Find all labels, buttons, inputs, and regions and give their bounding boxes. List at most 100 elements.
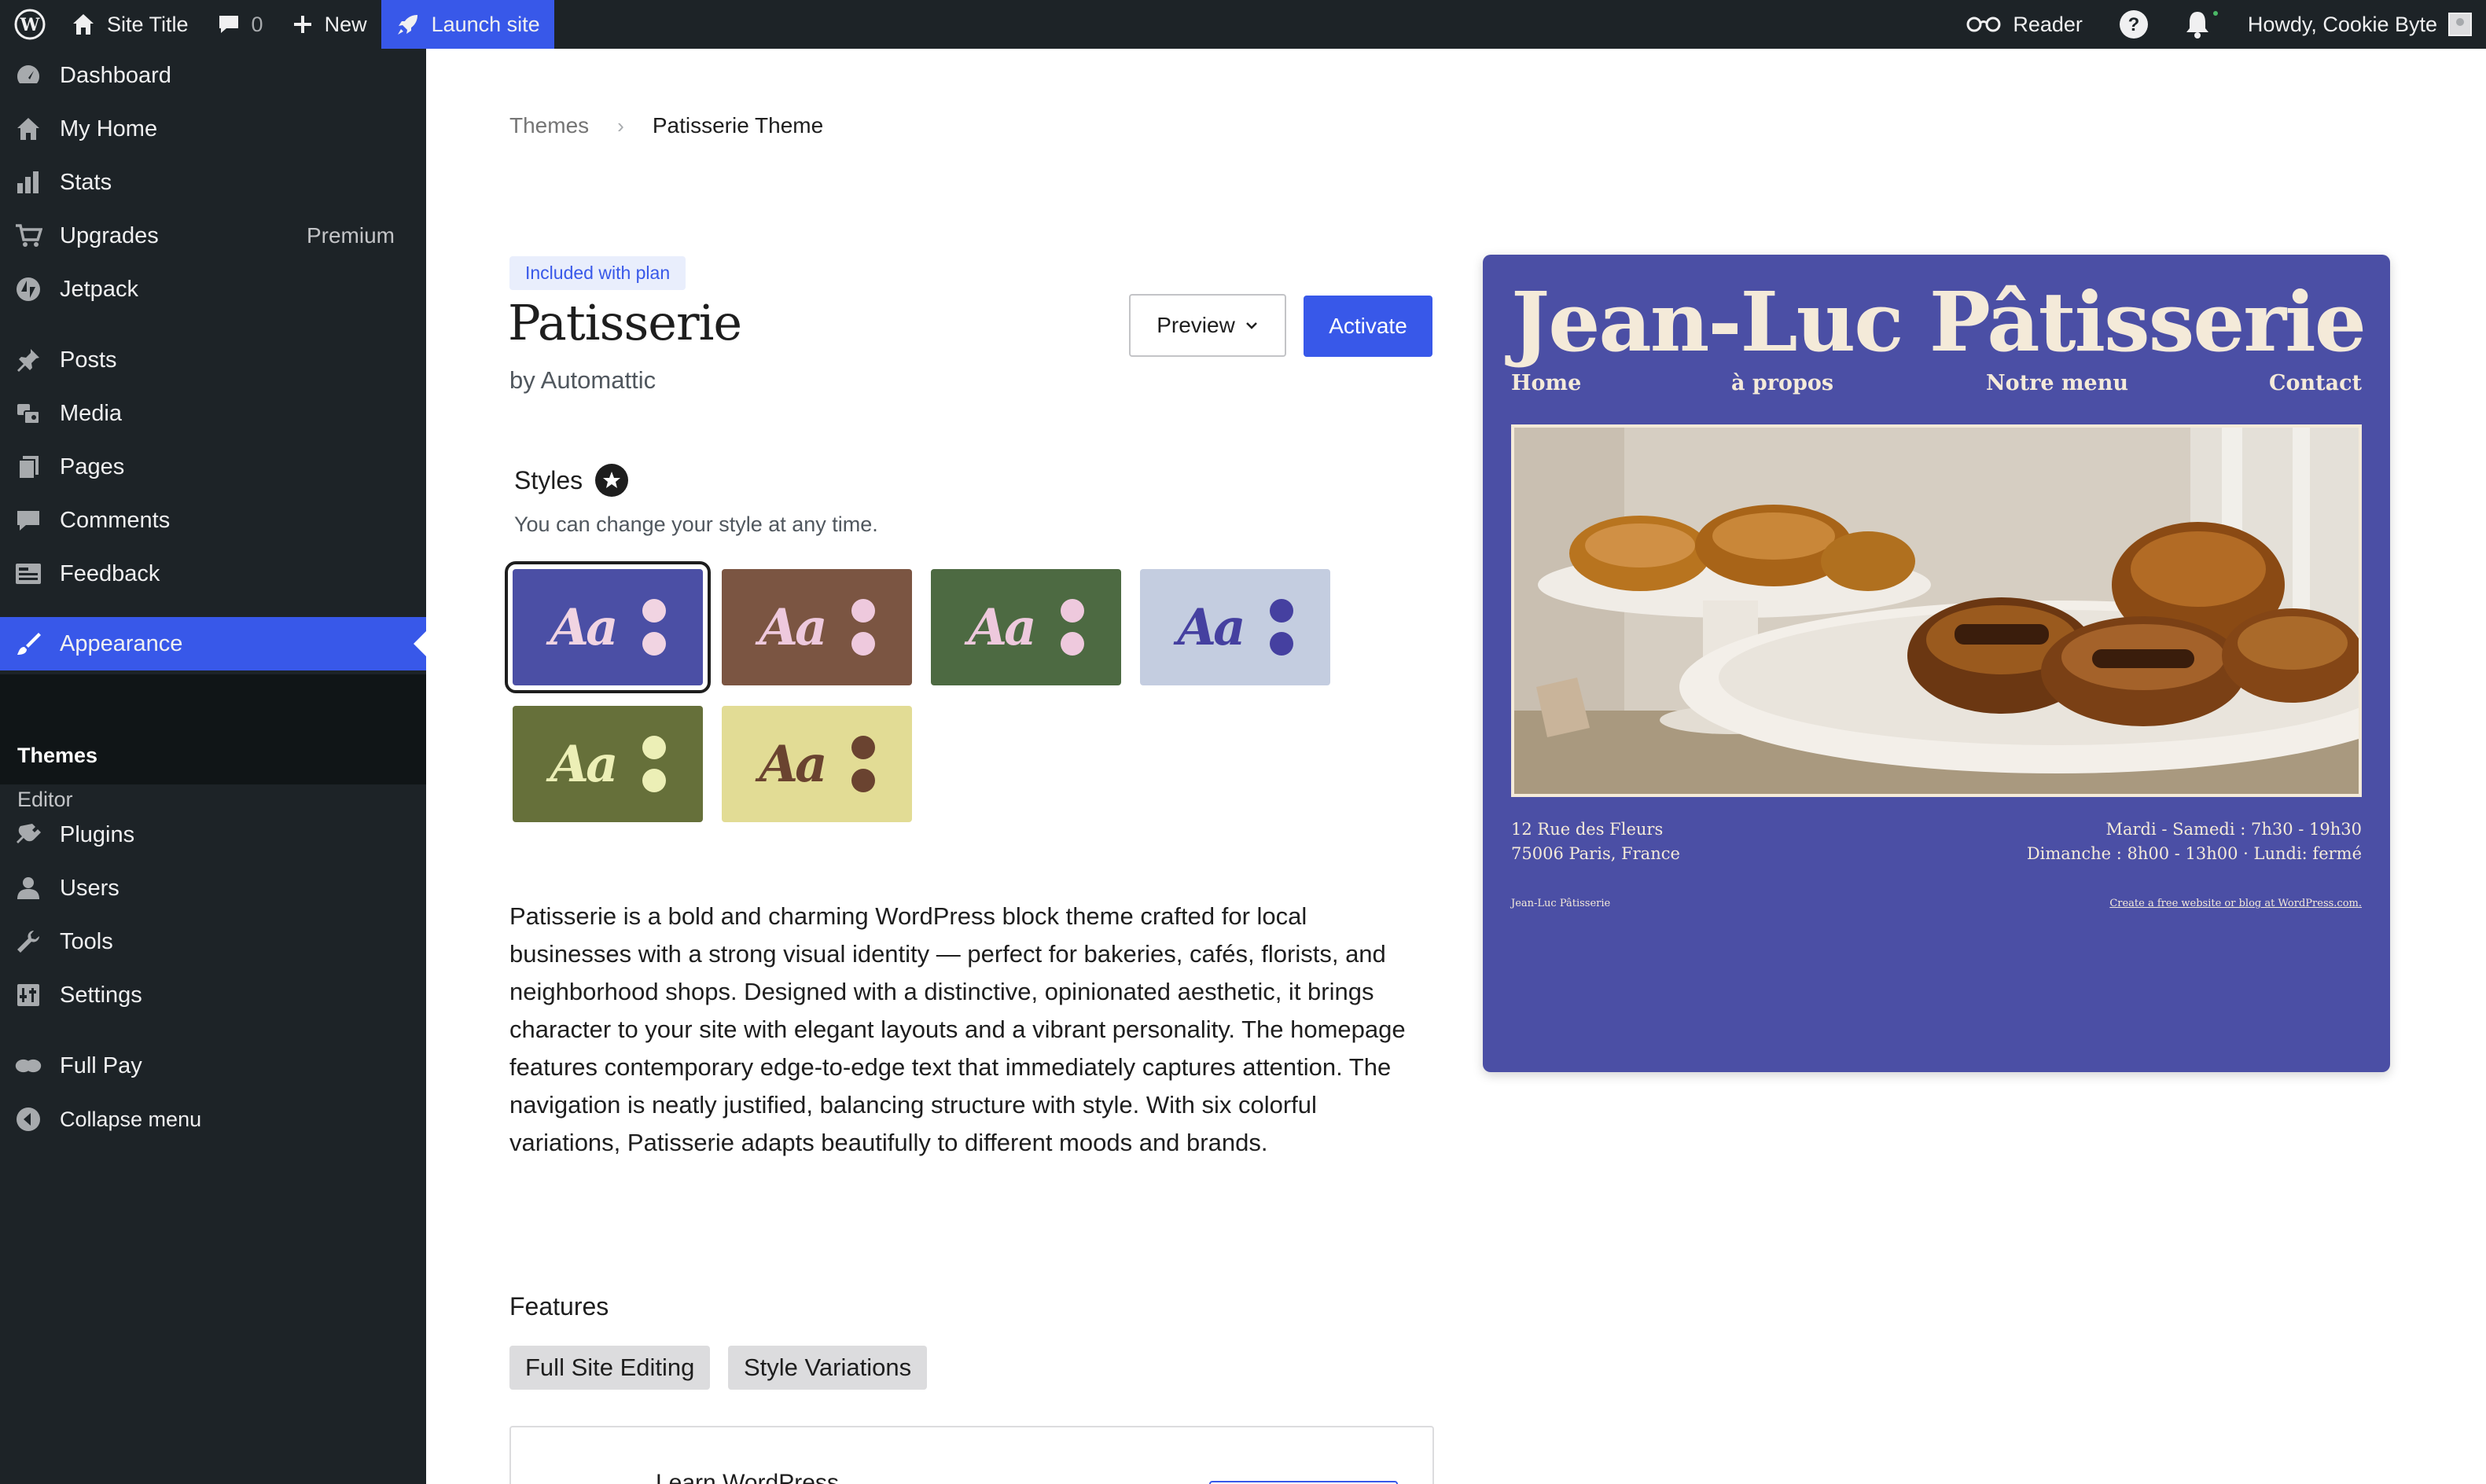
notifications-button[interactable]: [2166, 0, 2229, 49]
sidebar-item-pages[interactable]: Pages: [0, 440, 426, 494]
learn-card-title: Learn WordPress: [656, 1470, 839, 1484]
sidebar-item-label: Comments: [60, 507, 171, 533]
sidebar-item-my-home[interactable]: My Home: [0, 102, 426, 156]
sidebar-item-stats[interactable]: Stats: [0, 156, 426, 209]
sidebar-item-appearance[interactable]: Appearance: [0, 617, 426, 670]
style-variation-swatch[interactable]: Aa: [1140, 569, 1330, 685]
pastry-illustration: [1514, 428, 2359, 794]
preview-nav-item: à propos: [1731, 371, 1834, 395]
sidebar-item-label: Media: [60, 400, 122, 426]
site-title-link[interactable]: Site Title: [57, 0, 203, 49]
learn-card-button[interactable]: [1209, 1481, 1398, 1484]
theme-description: Patisserie is a bold and charming WordPr…: [509, 902, 1406, 1156]
styles-heading: Styles: [514, 464, 629, 497]
feedback-icon: [14, 560, 42, 588]
swatch-color-dots: [851, 599, 875, 656]
color-dot: [642, 599, 666, 623]
sidebar-item-dashboard[interactable]: Dashboard: [0, 49, 426, 102]
sidebar-item-media[interactable]: Media: [0, 387, 426, 440]
new-label: New: [324, 12, 367, 36]
feature-tag[interactable]: Full Site Editing: [509, 1346, 711, 1390]
sidebar-item-label: Appearance: [60, 630, 183, 656]
sidebar-item-full-pay[interactable]: Full Pay: [0, 1039, 426, 1093]
cart-icon: [14, 222, 42, 250]
preview-site-title: Jean-Luc Pâtisserie: [1511, 274, 2366, 370]
theme-author: by Automattic: [509, 366, 656, 394]
admin-sidebar: Dashboard My Home Stats Upgrades Premium…: [0, 49, 426, 1484]
sidebar-item-label: Dashboard: [60, 62, 171, 88]
sidebar-item-comments[interactable]: Comments: [0, 494, 426, 547]
user-icon: [14, 874, 42, 902]
breadcrumb-themes-link[interactable]: Themes: [509, 113, 589, 138]
media-icon: [14, 399, 42, 428]
jetpack-icon: [14, 275, 42, 303]
swatch-sample-text: Aa: [759, 597, 827, 657]
rocket-icon: [397, 15, 417, 35]
preview-nav-item: Notre menu: [1986, 371, 2128, 395]
preview-hours-line: Dimanche : 8h00 - 13h00 · Lundi: fermé: [2026, 844, 2362, 863]
sidebar-item-label: Settings: [60, 982, 142, 1008]
sidebar-item-label: Jetpack: [60, 276, 138, 302]
launch-site-button[interactable]: Launch site: [381, 0, 554, 49]
star-icon: [595, 464, 629, 497]
new-content-button[interactable]: New: [278, 0, 381, 49]
preview-footer-credit: Create a free website or blog at WordPre…: [2109, 898, 2362, 909]
preview-button[interactable]: Preview: [1129, 294, 1286, 357]
comments-link[interactable]: 0: [203, 0, 278, 49]
avatar: [2448, 13, 2472, 36]
styles-heading-label: Styles: [514, 465, 583, 494]
swatch-sample-text: Aa: [550, 597, 618, 657]
feature-tag[interactable]: Style Variations: [728, 1346, 928, 1390]
page-title: Patisserie: [508, 294, 742, 351]
help-button[interactable]: ?: [2102, 0, 2166, 49]
sidebar-item-tools[interactable]: Tools: [0, 915, 426, 968]
style-variation-swatch[interactable]: Aa: [513, 706, 703, 822]
notification-dot: [2211, 9, 2219, 17]
style-variation-swatch[interactable]: Aa: [722, 706, 912, 822]
preview-address-line: 12 Rue des Fleurs: [1511, 820, 1664, 839]
style-variation-swatch[interactable]: Aa: [722, 569, 912, 685]
stats-icon: [14, 168, 42, 197]
sidebar-item-label: Feedback: [60, 560, 160, 586]
color-dot: [1269, 599, 1293, 623]
reader-link[interactable]: Reader: [1947, 0, 2102, 49]
preview-hours: Mardi - Samedi : 7h30 - 19h30 Dimanche :…: [2027, 817, 2362, 866]
plug-icon: [14, 821, 42, 849]
sidebar-item-label: Upgrades: [60, 222, 159, 248]
learn-wordpress-card: Learn WordPress: [509, 1426, 1434, 1484]
color-dot: [851, 632, 875, 656]
swatch-color-dots: [642, 736, 666, 792]
sidebar-item-feedback[interactable]: Feedback: [0, 547, 426, 601]
sidebar-item-upgrades[interactable]: Upgrades Premium: [0, 209, 426, 263]
sidebar-item-jetpack[interactable]: Jetpack: [0, 263, 426, 316]
wrench-icon: [14, 928, 42, 956]
premium-badge: Premium: [306, 223, 395, 248]
wordpress-logo-icon[interactable]: W: [0, 0, 57, 49]
plus-icon: [293, 16, 311, 33]
theme-preview[interactable]: Jean-Luc Pâtisserie Home à propos Notre …: [1483, 255, 2390, 1072]
settings-icon: [14, 981, 42, 1009]
color-dot: [851, 736, 875, 759]
sidebar-item-posts[interactable]: Posts: [0, 333, 426, 387]
home-icon: [14, 115, 42, 143]
preview-address-line: 75006 Paris, France: [1511, 844, 1680, 863]
features-heading: Features: [509, 1292, 609, 1321]
sidebar-item-plugins[interactable]: Plugins: [0, 808, 426, 861]
sidebar-item-settings[interactable]: Settings: [0, 968, 426, 1022]
sidebar-item-users[interactable]: Users: [0, 861, 426, 915]
swatch-color-dots: [851, 736, 875, 792]
help-icon: ?: [2119, 10, 2148, 39]
preview-label: Preview: [1157, 313, 1235, 337]
account-menu[interactable]: Howdy, Cookie Byte: [2229, 0, 2486, 49]
style-variation-swatch[interactable]: Aa: [931, 569, 1121, 685]
collapse-menu-button[interactable]: Collapse menu: [0, 1093, 426, 1146]
color-dot: [642, 632, 666, 656]
sidebar-item-label: Stats: [60, 169, 112, 195]
collapse-icon: [14, 1105, 42, 1133]
style-variation-swatch[interactable]: Aa: [505, 561, 711, 693]
submenu-item-themes[interactable]: Themes: [17, 744, 97, 768]
activate-button[interactable]: Activate: [1304, 296, 1432, 357]
swatch-color-dots: [1269, 599, 1293, 656]
activate-label: Activate: [1329, 314, 1407, 338]
color-dot: [851, 769, 875, 792]
